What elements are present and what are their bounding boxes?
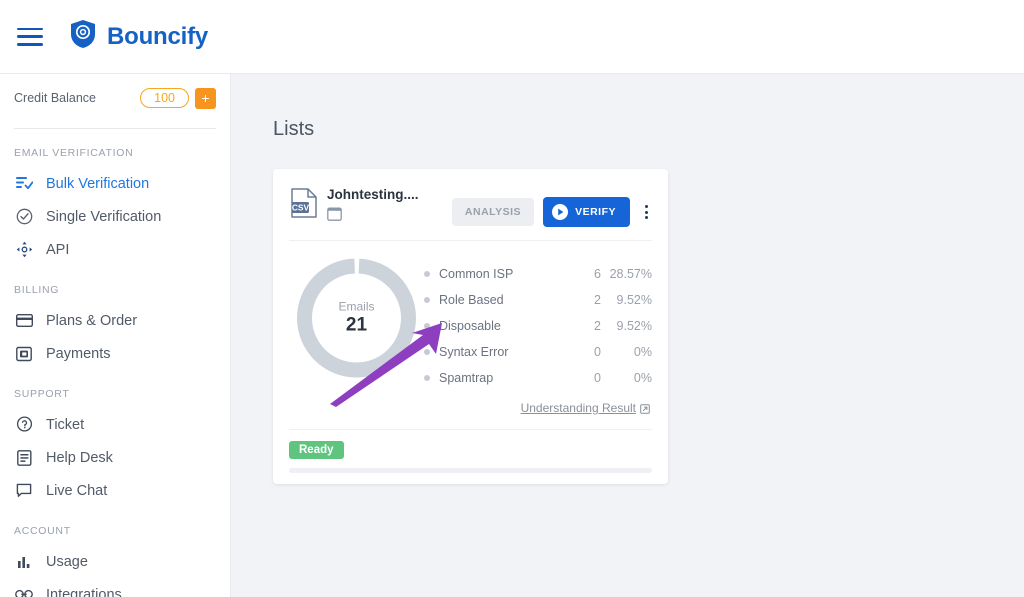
stat-percent: 9.52% bbox=[616, 319, 652, 333]
stat-count: 0 bbox=[594, 345, 601, 359]
sidebar-section-email-verification: EMAIL VERIFICATION bbox=[14, 147, 134, 159]
app-header: Bouncify bbox=[0, 0, 1024, 74]
sidebar-item-api[interactable]: API bbox=[0, 233, 230, 266]
move-arrows-icon bbox=[14, 240, 34, 260]
emails-donut-chart: Emails 21 bbox=[289, 253, 424, 383]
legend-dot-icon bbox=[424, 297, 430, 303]
list-check-icon bbox=[14, 174, 34, 194]
donut-value: 21 bbox=[345, 314, 368, 336]
stat-row: Disposable 2 9.52% bbox=[424, 313, 652, 339]
shield-at-logo-icon bbox=[69, 19, 97, 54]
status-badge: Ready bbox=[289, 441, 344, 459]
chat-bubble-icon bbox=[14, 481, 34, 501]
credit-balance-row: Credit Balance 100 + bbox=[0, 74, 230, 122]
stat-count: 2 bbox=[594, 319, 601, 333]
payment-card-icon bbox=[14, 344, 34, 364]
external-link-icon bbox=[640, 401, 650, 415]
sidebar-item-label: Usage bbox=[46, 553, 88, 570]
stat-name: Syntax Error bbox=[439, 345, 509, 359]
stat-count: 6 bbox=[594, 267, 601, 281]
stat-name: Spamtrap bbox=[439, 371, 494, 385]
list-card: CSV Johntesting.... ANALYSIS VERIFY Emai… bbox=[273, 169, 668, 484]
stat-name: Disposable bbox=[439, 319, 501, 333]
stat-percent: 0% bbox=[633, 371, 652, 385]
sidebar-item-label: Bulk Verification bbox=[46, 175, 150, 192]
sidebar-item-help-desk[interactable]: Help Desk bbox=[0, 441, 230, 474]
hamburger-menu-icon[interactable] bbox=[17, 27, 43, 46]
credit-card-icon bbox=[14, 311, 34, 331]
sidebar-item-label: Ticket bbox=[46, 416, 85, 433]
understanding-result-row: Understanding Result bbox=[273, 391, 668, 417]
sidebar-section-billing: BILLING bbox=[14, 284, 60, 296]
legend-dot-icon bbox=[424, 323, 430, 329]
donut-label: Emails bbox=[338, 299, 375, 314]
verify-button[interactable]: VERIFY bbox=[543, 197, 630, 227]
sidebar-item-live-chat[interactable]: Live Chat bbox=[0, 474, 230, 507]
stat-name: Role Based bbox=[439, 293, 504, 307]
calendar-icon bbox=[327, 207, 342, 225]
brand-logo[interactable]: Bouncify bbox=[69, 19, 208, 54]
sidebar: Credit Balance 100 + EMAIL VERIFICATION … bbox=[0, 74, 231, 597]
sidebar-item-label: Single Verification bbox=[46, 208, 162, 225]
sidebar-section-account: ACCOUNT bbox=[14, 525, 71, 537]
sidebar-item-label: Help Desk bbox=[46, 449, 113, 466]
analysis-button[interactable]: ANALYSIS bbox=[451, 198, 535, 226]
sidebar-item-bulk-verification[interactable]: Bulk Verification bbox=[0, 167, 230, 200]
stat-row: Role Based 2 9.52% bbox=[424, 287, 652, 313]
sidebar-section-support: SUPPORT bbox=[14, 388, 70, 400]
stat-count: 0 bbox=[594, 371, 601, 385]
sidebar-item-label: API bbox=[46, 241, 70, 258]
understanding-result-link[interactable]: Understanding Result bbox=[521, 401, 650, 415]
document-icon bbox=[14, 448, 34, 468]
link-icon bbox=[14, 585, 34, 597]
add-credit-button[interactable]: + bbox=[195, 87, 216, 109]
understanding-result-label: Understanding Result bbox=[520, 401, 636, 415]
kebab-menu-icon[interactable] bbox=[639, 201, 654, 223]
card-body: Emails 21 Common ISP 6 28.57% Role Based… bbox=[273, 241, 668, 391]
help-circle-icon bbox=[14, 415, 34, 435]
sidebar-item-plans-order[interactable]: Plans & Order bbox=[0, 304, 230, 337]
svg-text:CSV: CSV bbox=[292, 203, 310, 213]
sidebar-item-label: Plans & Order bbox=[46, 312, 138, 329]
sidebar-item-usage[interactable]: Usage bbox=[0, 545, 230, 578]
verify-button-label: VERIFY bbox=[575, 206, 616, 218]
legend-dot-icon bbox=[424, 349, 430, 355]
stats-legend: Common ISP 6 28.57% Role Based 2 9.52% D… bbox=[424, 253, 652, 391]
credit-balance-value: 100 bbox=[140, 88, 189, 108]
page-title: Lists bbox=[273, 118, 315, 140]
donut-center-label: Emails 21 bbox=[289, 300, 424, 337]
card-header: CSV Johntesting.... ANALYSIS VERIFY bbox=[273, 169, 668, 227]
stat-percent: 28.57% bbox=[609, 267, 652, 281]
stat-percent: 0% bbox=[633, 345, 652, 359]
play-circle-icon bbox=[552, 204, 569, 220]
progress-bar bbox=[289, 468, 652, 473]
main-content: Lists CSV Johntesting.... ANALYSIS VERIF… bbox=[231, 74, 1024, 597]
csv-file-icon: CSV bbox=[291, 188, 317, 223]
card-footer: Ready bbox=[273, 430, 668, 473]
legend-dot-icon bbox=[424, 375, 430, 381]
sidebar-item-single-verification[interactable]: Single Verification bbox=[0, 200, 230, 233]
card-actions: ANALYSIS VERIFY bbox=[451, 197, 654, 227]
legend-dot-icon bbox=[424, 271, 430, 277]
sidebar-item-ticket[interactable]: Ticket bbox=[0, 408, 230, 441]
sidebar-item-label: Payments bbox=[46, 345, 111, 362]
stat-row: Syntax Error 0 0% bbox=[424, 339, 652, 365]
sidebar-item-integrations[interactable]: Integrations bbox=[0, 578, 230, 597]
credit-balance-label: Credit Balance bbox=[14, 91, 96, 105]
stat-row: Common ISP 6 28.57% bbox=[424, 261, 652, 287]
bar-chart-icon bbox=[14, 552, 34, 572]
sidebar-item-payments[interactable]: Payments bbox=[0, 337, 230, 370]
stat-count: 2 bbox=[594, 293, 601, 307]
stat-percent: 9.52% bbox=[616, 293, 652, 307]
stat-name: Common ISP bbox=[439, 267, 514, 281]
sidebar-item-label: Live Chat bbox=[46, 482, 108, 499]
check-circle-icon bbox=[14, 207, 34, 227]
brand-name: Bouncify bbox=[107, 22, 209, 50]
stat-row-spamtrap: Spamtrap 0 0% bbox=[424, 365, 652, 391]
sidebar-item-label: Integrations bbox=[46, 586, 122, 597]
